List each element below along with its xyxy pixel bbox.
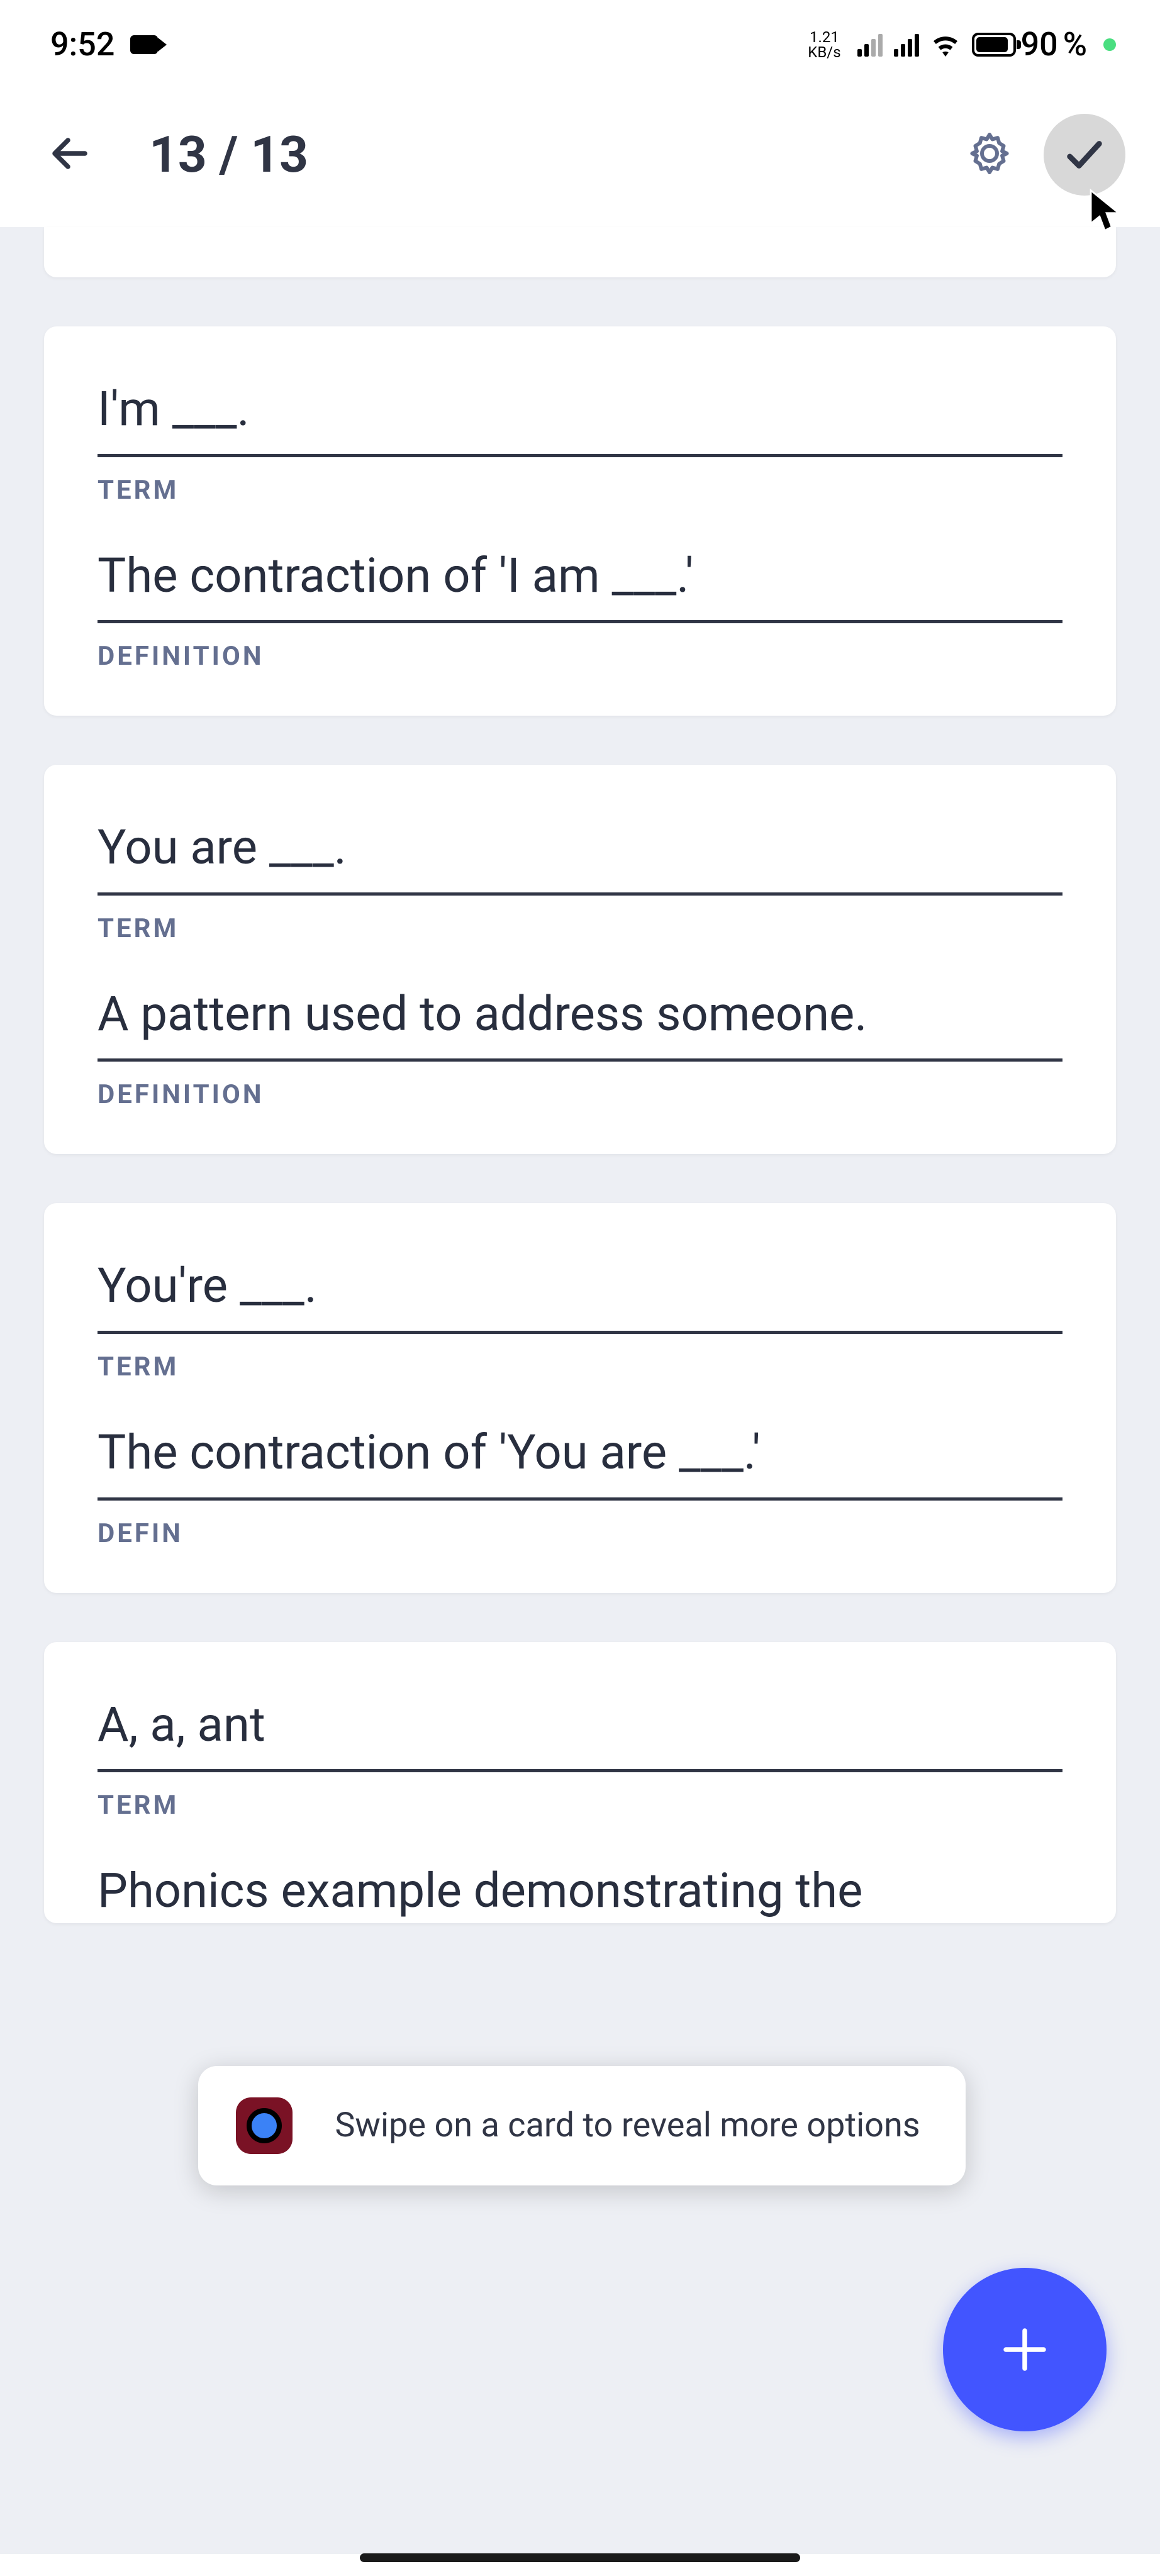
back-button[interactable] [35,118,105,191]
flashcard[interactable]: You are ___. TERM A pattern used to addr… [44,765,1116,1154]
swipe-hint-tooltip[interactable]: Swipe on a card to reveal more options [198,2066,966,2185]
term-field: You're ___. TERM [98,1253,1062,1382]
definition-label: DEFINITION [98,641,1062,672]
status-right: 1.21 KB/s 90% [808,25,1116,64]
flashcard[interactable]: A, a, ant TERM Phonics example demonstra… [44,1642,1116,1923]
definition-field: Phonics example demonstrating the [98,1858,1062,1923]
definition-field: The contraction of 'I am ___.' DEFINITIO… [98,543,1062,672]
gear-icon [967,131,1012,176]
page-title-counter: 13 / 13 [149,125,954,184]
term-input[interactable]: I'm ___. [98,377,1062,457]
confirm-button[interactable] [1044,114,1125,196]
term-field: You are ___. TERM [98,815,1062,944]
term-label: TERM [98,1352,1062,1382]
battery-percentage: 90 [1021,25,1058,64]
term-field: I'm ___. TERM [98,377,1062,506]
wifi-icon [930,33,961,57]
network-speed: 1.21 KB/s [808,30,840,60]
flashcard[interactable]: You're ___. TERM The contraction of 'You… [44,1203,1116,1592]
add-card-button[interactable] [943,2268,1107,2431]
home-indicator[interactable] [360,2553,800,2562]
term-input[interactable]: You're ___. [98,1253,1062,1334]
tooltip-text: Swipe on a card to reveal more options [327,2103,928,2149]
status-left: 9:52 [50,25,158,64]
arrow-left-icon [47,131,92,176]
battery-icon [972,33,1016,57]
definition-label: DEFINITION [98,1079,1062,1110]
battery-indicator: 90% [972,25,1087,64]
settings-button[interactable] [954,118,1025,191]
term-label: TERM [98,913,1062,944]
definition-field: A pattern used to address someone. DEFIN… [98,982,1062,1111]
term-field: A, a, ant TERM [98,1692,1062,1821]
flashcard[interactable]: I'm ___. TERM The contraction of 'I am _… [44,326,1116,716]
plus-icon [996,2321,1053,2378]
definition-field: The contraction of 'You are ___.' DEFIN [98,1420,1062,1549]
tooltip-app-icon [236,2097,293,2154]
camera-in-use-indicator-icon [1103,38,1116,51]
definition-input[interactable]: A pattern used to address someone. [98,982,1062,1062]
checkmark-icon [1062,133,1107,177]
content-scroll-area[interactable]: I'm ___. TERM The contraction of 'I am _… [0,227,1160,2554]
term-label: TERM [98,1790,1062,1821]
previous-card-peek[interactable] [44,227,1116,277]
status-time: 9:52 [50,25,114,64]
definition-input[interactable]: The contraction of 'You are ___.' [98,1420,1062,1501]
signal-bars-sim1-icon [857,33,883,57]
term-input[interactable]: A, a, ant [98,1692,1062,1773]
status-bar: 9:52 1.21 KB/s 90% [0,0,1160,89]
camera-recording-icon [130,35,158,54]
term-label: TERM [98,475,1062,506]
definition-label-truncated: DEFIN [98,1518,1062,1549]
app-header: 13 / 13 [0,89,1160,227]
term-input[interactable]: You are ___. [98,815,1062,896]
definition-input[interactable]: The contraction of 'I am ___.' [98,543,1062,624]
definition-input[interactable]: Phonics example demonstrating the [98,1858,1062,1923]
recorder-icon [247,2108,282,2143]
signal-bars-sim2-icon [894,33,919,57]
